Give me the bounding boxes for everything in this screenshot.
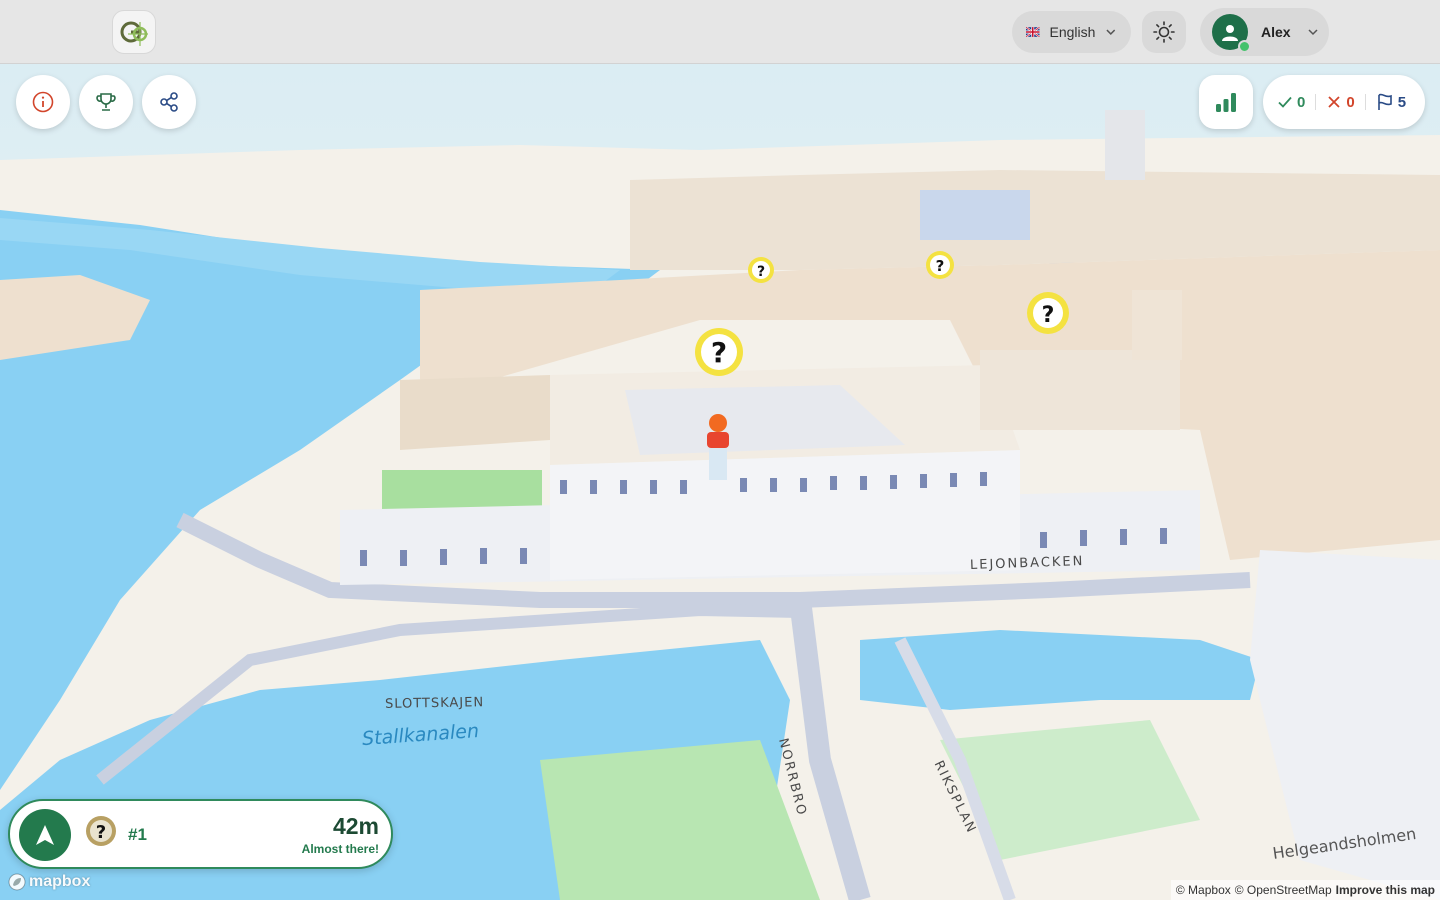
mapbox-credit-link[interactable]: © Mapbox xyxy=(1176,883,1231,897)
correct-count: 0 xyxy=(1277,94,1305,111)
mapbox-logo[interactable]: mapbox xyxy=(8,872,90,892)
share-button[interactable] xyxy=(142,75,196,129)
question-marker-icon: ? xyxy=(695,328,743,376)
target-distance: 42m xyxy=(332,813,379,839)
flag-icon xyxy=(1377,93,1392,110)
uk-flag-icon xyxy=(1026,27,1040,37)
question-marker-icon: ? xyxy=(748,257,774,283)
map-attribution: © Mapbox © OpenStreetMap Improve this ma… xyxy=(1170,880,1440,900)
bar-chart-icon xyxy=(1216,93,1236,112)
question-marker-large[interactable]: ? xyxy=(693,326,745,383)
wrong-count: 0 xyxy=(1326,94,1355,111)
chevron-down-icon xyxy=(1106,29,1116,35)
map-graphic xyxy=(0,0,1440,900)
flags-count: 5 xyxy=(1376,93,1406,111)
app-logo[interactable] xyxy=(112,10,156,54)
navigate-button[interactable] xyxy=(19,809,71,861)
share-icon xyxy=(160,92,178,112)
navigation-arrow-icon xyxy=(36,825,54,845)
improve-map-link[interactable]: Improve this map xyxy=(1336,883,1435,897)
score-summary: 0 0 5 xyxy=(1263,75,1425,129)
question-marker-icon: ? xyxy=(926,251,954,293)
trophy-icon xyxy=(96,93,116,111)
logo-icon xyxy=(120,21,148,46)
question-marker-right[interactable]: ? xyxy=(1025,290,1071,349)
question-marker-icon: ? xyxy=(86,816,116,854)
check-icon xyxy=(1278,96,1292,108)
chevron-down-icon xyxy=(1308,29,1318,36)
map-canvas[interactable]: ? ? ? ? LEJONBACKEN SLOTTSKAJEN Stallkan… xyxy=(0,0,1440,900)
player-avatar xyxy=(707,414,729,480)
cross-icon xyxy=(1328,96,1340,108)
map-label-slottskajen: SLOTTSKAJEN xyxy=(384,695,485,712)
svg-text:?: ? xyxy=(1042,303,1055,328)
divider xyxy=(1364,94,1366,110)
question-marker-icon: ? xyxy=(1027,292,1069,342)
user-name: Alex xyxy=(1261,24,1291,40)
distance-note: Almost there! xyxy=(301,842,379,856)
theme-toggle-button[interactable] xyxy=(1142,11,1186,53)
leaderboard-button[interactable] xyxy=(79,75,133,129)
target-marker: ? xyxy=(85,815,117,860)
sun-icon xyxy=(1153,21,1175,43)
stats-button[interactable] xyxy=(1199,75,1253,129)
top-bar: English Alex xyxy=(0,0,1440,64)
info-button[interactable] xyxy=(16,75,70,129)
mapbox-icon xyxy=(8,873,26,891)
online-status-dot xyxy=(1238,40,1251,53)
svg-text:?: ? xyxy=(711,336,727,369)
divider xyxy=(1315,94,1317,110)
user-icon xyxy=(1222,25,1238,41)
question-marker-far[interactable]: ? xyxy=(925,250,955,299)
target-card[interactable]: ? #1 42m Almost there! xyxy=(8,799,393,869)
language-selector[interactable]: English xyxy=(1012,11,1131,53)
svg-text:?: ? xyxy=(757,264,765,280)
svg-text:?: ? xyxy=(96,822,106,843)
user-menu[interactable]: Alex xyxy=(1200,8,1329,56)
osm-credit-link[interactable]: © OpenStreetMap xyxy=(1235,883,1332,897)
question-marker-small[interactable]: ? xyxy=(747,256,775,289)
info-icon xyxy=(32,91,54,113)
language-label: English xyxy=(1049,24,1096,40)
svg-text:?: ? xyxy=(936,257,945,275)
avatar xyxy=(1212,14,1251,53)
target-number: #1 xyxy=(128,825,147,844)
